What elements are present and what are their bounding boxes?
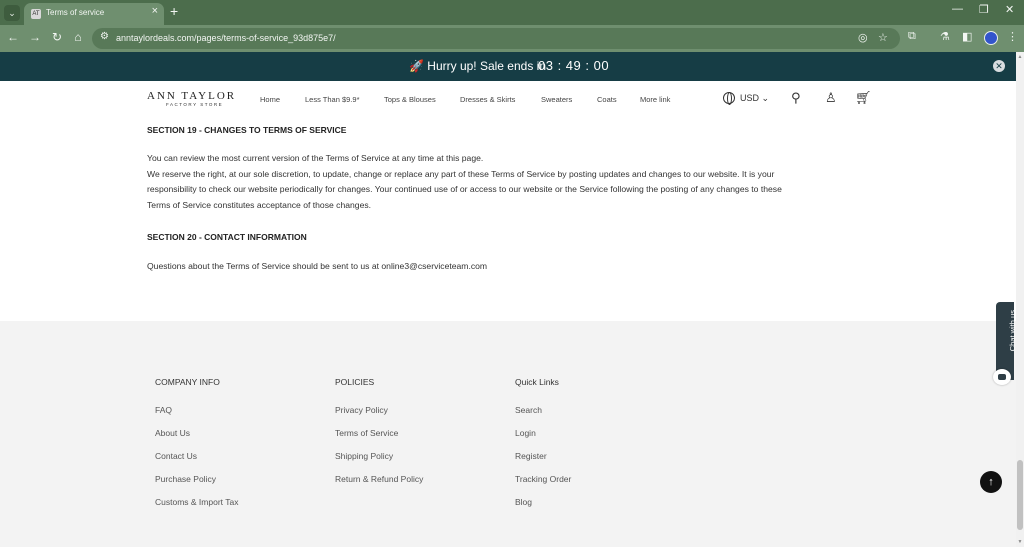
footer-link-customs[interactable]: Customs & Import Tax bbox=[155, 497, 238, 520]
nav-sweaters[interactable]: Sweaters bbox=[541, 95, 572, 104]
home-icon[interactable]: ⌂ bbox=[70, 30, 86, 44]
tab-search-icon[interactable]: ⌄ bbox=[4, 5, 20, 21]
url-text: anntaylordeals.com/pages/terms-of-servic… bbox=[116, 33, 336, 43]
footer-link-tracking[interactable]: Tracking Order bbox=[515, 474, 571, 497]
footer-link-privacy[interactable]: Privacy Policy bbox=[335, 405, 423, 428]
back-icon[interactable]: ← bbox=[5, 30, 21, 44]
scrollbar-thumb[interactable] bbox=[1017, 460, 1023, 530]
scroll-up-icon[interactable]: ▲ bbox=[1016, 54, 1024, 60]
minimize-icon[interactable]: — bbox=[952, 3, 963, 15]
section20-text: Questions about the Terms of Service sho… bbox=[147, 261, 488, 271]
bookmark-star-icon[interactable]: ☆ bbox=[878, 31, 888, 44]
site-info-icon[interactable]: ⚙ bbox=[100, 31, 109, 42]
site-footer: COMPANY INFO FAQ About Us Contact Us Pur… bbox=[0, 321, 1016, 547]
globe-icon[interactable] bbox=[723, 92, 735, 105]
nav-tops-blouses[interactable]: Tops & Blouses bbox=[384, 95, 436, 104]
footer-heading: Quick Links bbox=[515, 377, 559, 387]
nav-dresses-skirts[interactable]: Dresses & Skirts bbox=[460, 95, 515, 104]
logo-subtitle: FACTORY STORE bbox=[166, 102, 224, 107]
footer-link-blog[interactable]: Blog bbox=[515, 497, 571, 520]
footer-policies: POLICIES Privacy Policy Terms of Service… bbox=[335, 377, 423, 497]
restore-icon[interactable]: ❐ bbox=[979, 3, 989, 16]
section19-heading: SECTION 19 - CHANGES TO TERMS OF SERVICE bbox=[147, 125, 347, 135]
menu-icon[interactable]: ⋮ bbox=[1007, 30, 1018, 43]
nav-home[interactable]: Home bbox=[260, 95, 280, 104]
search-icon[interactable]: ⚲ bbox=[791, 90, 801, 106]
tracking-protection-icon[interactable]: ◎ bbox=[858, 31, 868, 44]
tab-title: Terms of service bbox=[46, 8, 105, 17]
scroll-down-icon[interactable]: ▼ bbox=[1016, 539, 1024, 545]
announcement-bar: 🚀 Hurry up! Sale ends in 03 : 49 : 00 ✕ bbox=[0, 52, 1016, 81]
countdown-timer: 03 : 49 : 00 bbox=[538, 58, 610, 73]
footer-quick-links: Quick Links Search Login Register Tracki… bbox=[515, 377, 571, 520]
address-bar[interactable]: ⚙ anntaylordeals.com/pages/terms-of-serv… bbox=[92, 28, 900, 49]
section19-line: You can review the most current version … bbox=[147, 153, 484, 163]
footer-link-register[interactable]: Register bbox=[515, 451, 571, 474]
favicon-icon: AT bbox=[31, 9, 41, 19]
section19-line: Terms of Service constitutes acceptance … bbox=[147, 199, 372, 210]
footer-link-faq[interactable]: FAQ bbox=[155, 405, 238, 428]
footer-link-about-us[interactable]: About Us bbox=[155, 428, 238, 451]
announcement-text: 🚀 Hurry up! Sale ends in bbox=[409, 59, 547, 73]
browser-tab-bar: ⌄ AT Terms of service × + — ❐ ✕ bbox=[0, 0, 1024, 25]
extensions-icon[interactable]: ⧉ bbox=[908, 30, 916, 43]
announcement-close-icon[interactable]: ✕ bbox=[993, 60, 1005, 72]
footer-company-info: COMPANY INFO FAQ About Us Contact Us Pur… bbox=[155, 377, 238, 520]
chat-icon[interactable] bbox=[993, 369, 1011, 385]
section19-line: responsibility to check our website peri… bbox=[147, 184, 782, 195]
reload-icon[interactable]: ↻ bbox=[49, 30, 65, 44]
nav-less-than[interactable]: Less Than $9.9* bbox=[305, 95, 360, 104]
footer-link-shipping[interactable]: Shipping Policy bbox=[335, 451, 423, 474]
footer-link-search[interactable]: Search bbox=[515, 405, 571, 428]
labs-icon[interactable]: ⚗ bbox=[940, 30, 950, 43]
forward-icon[interactable]: → bbox=[27, 30, 43, 44]
footer-heading: POLICIES bbox=[335, 377, 375, 387]
currency-label: USD bbox=[740, 93, 760, 103]
section20-heading: SECTION 20 - CONTACT INFORMATION bbox=[147, 232, 307, 242]
site-header: ANN TAYLOR FACTORY STORE Home Less Than … bbox=[0, 81, 1016, 119]
new-tab-icon[interactable]: + bbox=[170, 3, 178, 19]
section19-line: We reserve the right, at our sole discre… bbox=[147, 168, 775, 179]
footer-link-terms[interactable]: Terms of Service bbox=[335, 428, 423, 451]
footer-heading: COMPANY INFO bbox=[155, 377, 220, 387]
browser-tab[interactable]: AT Terms of service × bbox=[24, 3, 164, 25]
browser-toolbar: ← → ↻ ⌂ ⚙ anntaylordeals.com/pages/terms… bbox=[0, 25, 1024, 52]
profile-avatar[interactable] bbox=[984, 31, 998, 45]
chevron-down-icon: ⌄ bbox=[761, 93, 770, 103]
back-to-top-icon[interactable]: ↑ bbox=[980, 471, 1002, 493]
footer-link-refund[interactable]: Return & Refund Policy bbox=[335, 474, 423, 497]
nav-more-link[interactable]: More link bbox=[640, 95, 670, 104]
nav-coats[interactable]: Coats bbox=[597, 95, 617, 104]
account-icon[interactable]: ♙ bbox=[825, 90, 837, 106]
currency-selector[interactable]: USD ⌄ bbox=[740, 93, 769, 104]
window-close-icon[interactable]: ✕ bbox=[1005, 3, 1014, 16]
sidebar-icon[interactable]: ◧ bbox=[962, 30, 972, 43]
logo[interactable]: ANN TAYLOR bbox=[147, 90, 236, 102]
cart-icon[interactable]: 🛒︎ bbox=[855, 90, 872, 106]
footer-link-contact-us[interactable]: Contact Us bbox=[155, 451, 238, 474]
tab-close-icon[interactable]: × bbox=[152, 5, 158, 17]
footer-link-login[interactable]: Login bbox=[515, 428, 571, 451]
footer-link-purchase-policy[interactable]: Purchase Policy bbox=[155, 474, 238, 497]
